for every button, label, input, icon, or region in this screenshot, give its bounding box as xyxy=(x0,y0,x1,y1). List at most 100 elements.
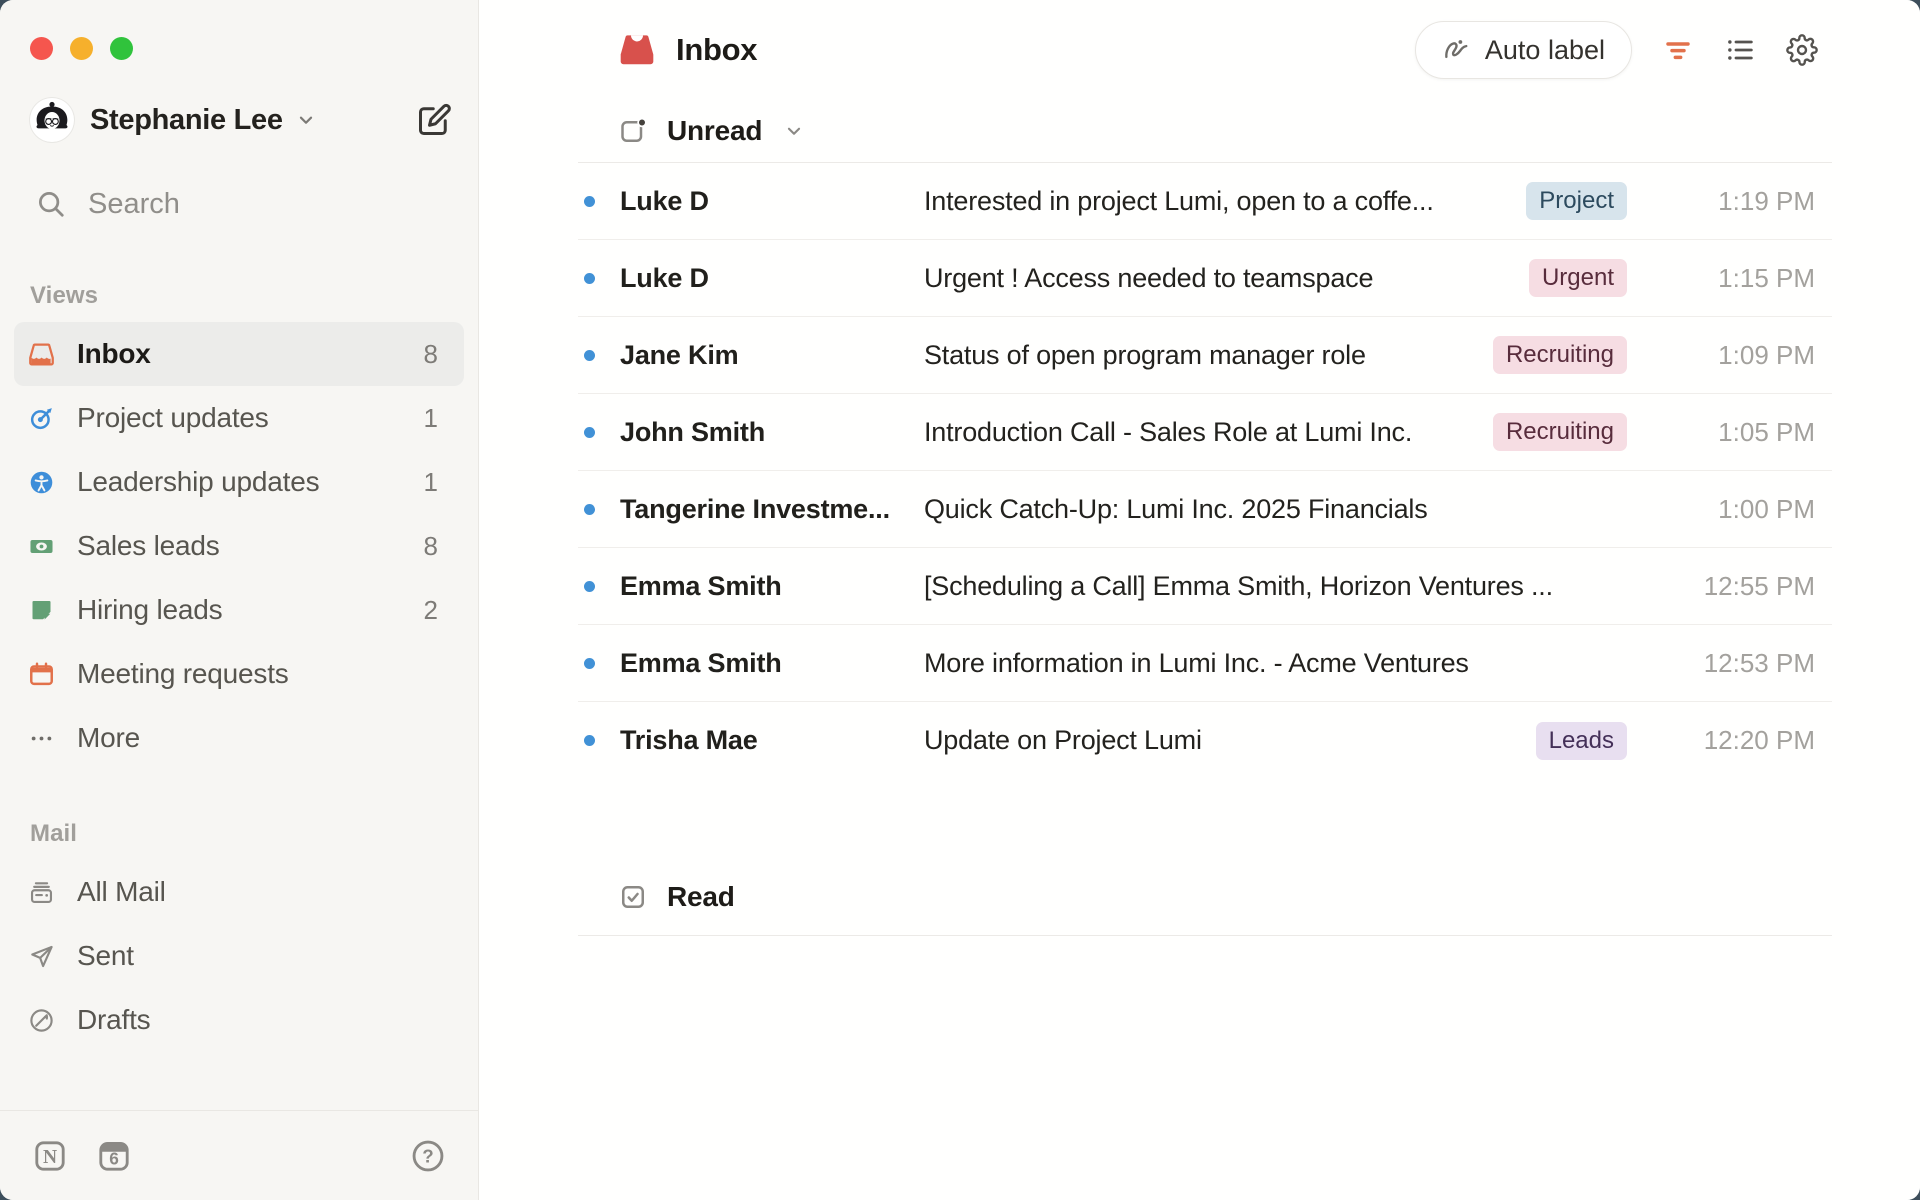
email-row[interactable]: Tangerine Investme... Quick Catch-Up: Lu… xyxy=(578,471,1832,548)
sidebar-item-drafts[interactable]: Drafts xyxy=(14,988,464,1052)
filter-button[interactable] xyxy=(1662,34,1694,66)
email-sender: Jane Kim xyxy=(620,340,924,371)
gear-icon xyxy=(1786,34,1818,66)
email-row[interactable]: Luke D Interested in project Lumi, open … xyxy=(578,163,1832,240)
banknote-icon xyxy=(28,533,55,560)
sidebar-item-sent[interactable]: Sent xyxy=(14,924,464,988)
sidebar-item-all-mail[interactable]: All Mail xyxy=(14,860,464,924)
email-time: 12:53 PM xyxy=(1627,648,1832,679)
email-row[interactable]: Emma Smith [Scheduling a Call] Emma Smit… xyxy=(578,548,1832,625)
unread-dot xyxy=(584,273,595,284)
sidebar-item-label: More xyxy=(77,722,140,754)
close-window-button[interactable] xyxy=(30,37,53,60)
sidebar: Stephanie Lee Search Views Inbox 8 xyxy=(0,0,479,1200)
all-mail-icon xyxy=(28,879,55,906)
read-section: Read xyxy=(578,859,1832,936)
unread-email-list: Luke D Interested in project Lumi, open … xyxy=(578,162,1832,779)
email-time: 1:05 PM xyxy=(1627,417,1832,448)
email-tag-badge: Leads xyxy=(1536,722,1627,760)
ellipsis-icon xyxy=(28,725,55,752)
unread-dot xyxy=(584,196,595,207)
settings-button[interactable] xyxy=(1786,34,1818,66)
email-tag-badge: Recruiting xyxy=(1493,336,1627,374)
account-switcher[interactable]: Stephanie Lee xyxy=(30,98,452,142)
sidebar-item-inbox[interactable]: Inbox 8 xyxy=(14,322,464,386)
email-subject: Status of open program manager role xyxy=(924,340,1493,371)
sticky-note-icon xyxy=(28,597,55,624)
svg-text:6: 6 xyxy=(109,1148,119,1168)
notion-app-button[interactable]: N xyxy=(32,1138,68,1174)
email-tag-badge: Recruiting xyxy=(1493,413,1627,451)
user-avatar xyxy=(30,98,74,142)
email-row[interactable]: Emma Smith More information in Lumi Inc.… xyxy=(578,625,1832,702)
search-icon xyxy=(36,189,66,219)
email-time: 1:15 PM xyxy=(1627,263,1832,294)
email-subject: Introduction Call - Sales Role at Lumi I… xyxy=(924,417,1493,448)
unread-section-label: Unread xyxy=(667,115,762,147)
sidebar-item-leadership-updates[interactable]: Leadership updates 1 xyxy=(14,450,464,514)
help-button[interactable]: ? xyxy=(410,1138,446,1174)
zoom-window-button[interactable] xyxy=(110,37,133,60)
svg-text:N: N xyxy=(43,1147,57,1168)
unread-section-header[interactable]: Unread xyxy=(479,100,1920,162)
accessibility-icon xyxy=(28,469,55,496)
sidebar-item-label: Meeting requests xyxy=(77,658,289,690)
sidebar-footer: N 6 ? xyxy=(0,1110,478,1200)
sidebar-item-more[interactable]: More xyxy=(14,706,464,770)
email-sender: Trisha Mae xyxy=(620,725,924,756)
email-subject: Urgent ! Access needed to teamspace xyxy=(924,263,1529,294)
calendar-icon xyxy=(28,661,55,688)
email-tag-badge: Urgent xyxy=(1529,259,1627,297)
calendar-date-icon: 6 xyxy=(96,1138,132,1174)
unread-count: 1 xyxy=(424,403,438,434)
read-section-label: Read xyxy=(667,881,735,913)
email-sender: John Smith xyxy=(620,417,924,448)
filter-icon xyxy=(1662,34,1694,66)
minimize-window-button[interactable] xyxy=(70,37,93,60)
unread-count: 2 xyxy=(424,595,438,626)
auto-label-button[interactable]: Auto label xyxy=(1415,21,1632,79)
email-tag-badge: Project xyxy=(1526,182,1627,220)
header-actions: Auto label xyxy=(1415,21,1818,79)
email-row[interactable]: Trisha Mae Update on Project Lumi Leads … xyxy=(578,702,1832,779)
email-sender: Emma Smith xyxy=(620,571,924,602)
sidebar-item-label: Inbox xyxy=(77,338,151,370)
compose-button[interactable] xyxy=(416,102,452,138)
email-row[interactable]: John Smith Introduction Call - Sales Rol… xyxy=(578,394,1832,471)
unread-dot xyxy=(584,658,595,669)
calendar-app-button[interactable]: 6 xyxy=(96,1138,132,1174)
sidebar-item-project-updates[interactable]: Project updates 1 xyxy=(14,386,464,450)
sidebar-item-label: Sales leads xyxy=(77,530,220,562)
sidebar-item-label: Project updates xyxy=(77,402,269,434)
unread-dot xyxy=(584,350,595,361)
unread-count: 8 xyxy=(424,531,438,562)
sidebar-item-sales-leads[interactable]: Sales leads 8 xyxy=(14,514,464,578)
sidebar-item-hiring-leads[interactable]: Hiring leads 2 xyxy=(14,578,464,642)
app-window: Stephanie Lee Search Views Inbox 8 xyxy=(0,0,1920,1200)
email-sender: Luke D xyxy=(620,263,924,294)
read-section-header[interactable]: Read xyxy=(578,859,1832,935)
search-button[interactable]: Search xyxy=(36,182,478,226)
list-view-button[interactable] xyxy=(1724,34,1756,66)
sidebar-item-label: All Mail xyxy=(77,876,166,908)
email-row[interactable]: Luke D Urgent ! Access needed to teamspa… xyxy=(578,240,1832,317)
auto-label-wand-icon xyxy=(1442,35,1472,65)
list-view-icon xyxy=(1724,34,1756,66)
user-name: Stephanie Lee xyxy=(90,104,283,137)
unread-count: 1 xyxy=(424,467,438,498)
drafts-icon xyxy=(28,1007,55,1034)
email-subject: More information in Lumi Inc. - Acme Ven… xyxy=(924,648,1627,679)
email-time: 12:20 PM xyxy=(1627,725,1832,756)
inbox-icon xyxy=(618,31,656,69)
email-sender: Luke D xyxy=(620,186,924,217)
nav-list-views: Inbox 8 Project updates 1 Leadership upd… xyxy=(0,322,478,770)
email-row[interactable]: Jane Kim Status of open program manager … xyxy=(578,317,1832,394)
unread-dot xyxy=(584,504,595,515)
inbox-pane: Inbox Auto label xyxy=(479,0,1920,1200)
email-time: 1:09 PM xyxy=(1627,340,1832,371)
chevron-down-icon xyxy=(295,109,317,131)
email-time: 1:19 PM xyxy=(1627,186,1832,217)
svg-text:?: ? xyxy=(422,1145,433,1166)
sidebar-item-meeting-requests[interactable]: Meeting requests xyxy=(14,642,464,706)
section-label-views: Views xyxy=(30,282,478,310)
